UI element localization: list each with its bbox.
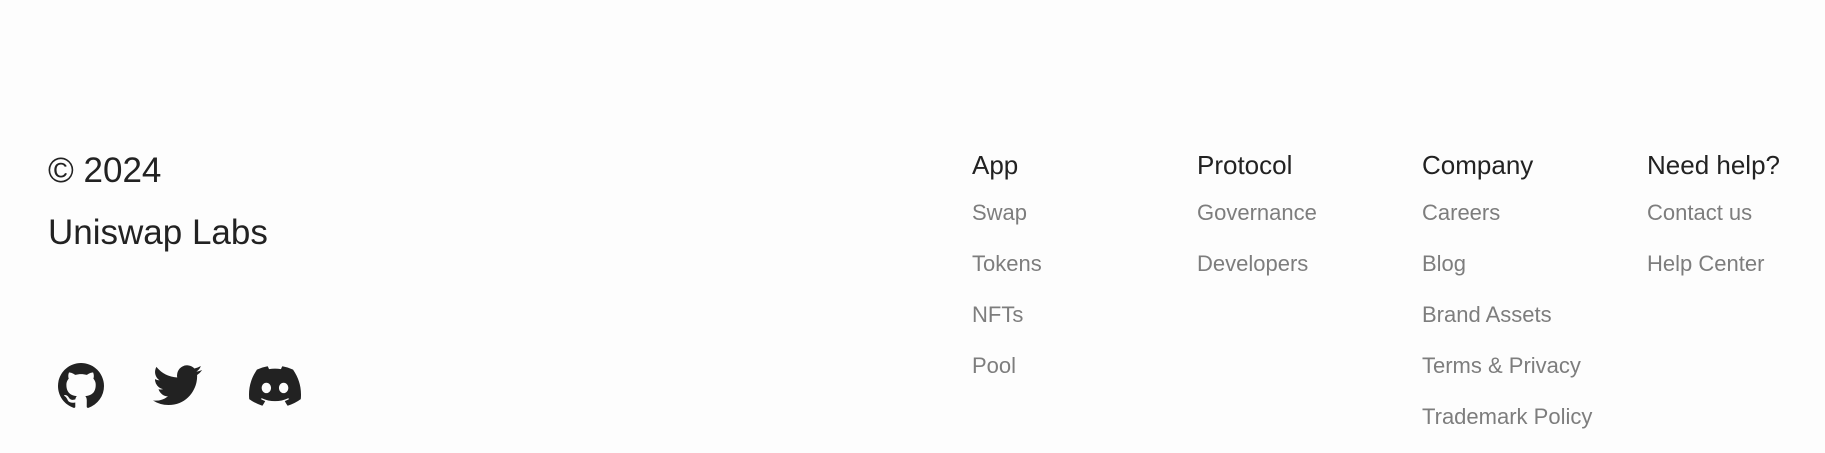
footer-brand: © 2024 Uniswap Labs [48, 148, 268, 256]
column-heading-app: App [972, 150, 1019, 180]
discord-icon [249, 366, 301, 406]
footer-link-contact-us[interactable]: Contact us [1647, 198, 1780, 227]
footer-link-governance[interactable]: Governance [1197, 198, 1317, 227]
footer-link-trademark-policy[interactable]: Trademark Policy [1422, 402, 1592, 431]
footer-link-help-center[interactable]: Help Center [1647, 249, 1780, 278]
footer-link-careers[interactable]: Careers [1422, 198, 1592, 227]
twitter-icon [153, 365, 203, 406]
footer-link-nfts[interactable]: NFTs [972, 300, 1042, 329]
social-links [55, 360, 346, 412]
footer-link-brand-assets[interactable]: Brand Assets [1422, 300, 1592, 329]
footer-column-company: Company Careers Blog Brand Assets Terms … [1422, 148, 1592, 453]
github-link[interactable] [55, 360, 107, 412]
footer-column-app: App Swap Tokens NFTs Pool [972, 148, 1042, 402]
footer-link-swap[interactable]: Swap [972, 198, 1042, 227]
footer-column-help: Need help? Contact us Help Center [1647, 148, 1780, 300]
twitter-link[interactable] [152, 360, 204, 412]
footer-column-protocol: Protocol Governance Developers [1197, 148, 1317, 300]
column-heading-protocol: Protocol [1197, 150, 1293, 180]
column-heading-help: Need help? [1647, 150, 1780, 180]
footer-link-developers[interactable]: Developers [1197, 249, 1317, 278]
footer-link-blog[interactable]: Blog [1422, 249, 1592, 278]
discord-link[interactable] [249, 360, 301, 412]
footer-link-tokens[interactable]: Tokens [972, 249, 1042, 278]
site-footer: © 2024 Uniswap Labs App Swap Tokens NFTs… [0, 0, 1825, 431]
company-name: Uniswap Labs [48, 213, 268, 252]
footer-link-terms-privacy[interactable]: Terms & Privacy [1422, 351, 1592, 380]
github-icon [58, 363, 104, 408]
column-heading-company: Company [1422, 150, 1534, 180]
copyright-text: © 2024 [48, 151, 162, 190]
footer-link-pool[interactable]: Pool [972, 351, 1042, 380]
